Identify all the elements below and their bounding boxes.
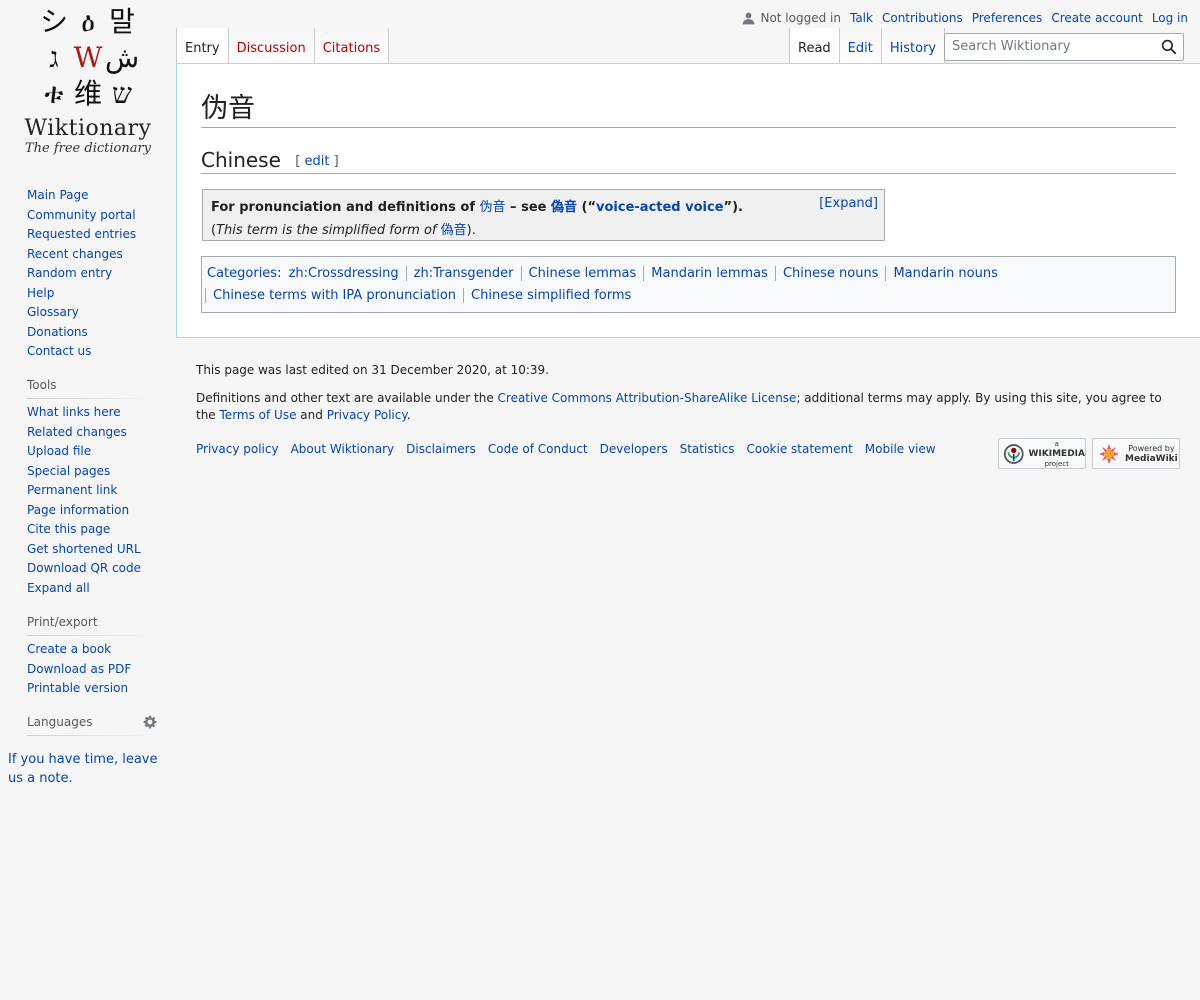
sidebar-item-get-shortened-url[interactable]: Get shortened URL (27, 542, 141, 556)
categories-label-link[interactable]: Categories (207, 266, 277, 281)
category-row-2: Chinese terms with IPA pronunciation Chin… (205, 285, 1170, 307)
preferences-link[interactable]: Preferences (972, 11, 1043, 25)
see-box-line1: For pronunciation and definitions of 伪音 … (211, 200, 743, 215)
sidebar-item-expand-all[interactable]: Expand all (27, 581, 90, 595)
tab-citations[interactable]: Citations (314, 28, 390, 64)
footer-places: Privacy policy About Wiktionary Disclaim… (196, 442, 936, 456)
category-link[interactable]: Mandarin lemmas (651, 266, 768, 281)
tools-portal: Tools What links here Related changes Up… (27, 378, 152, 598)
sidebar-item-glossary[interactable]: Glossary (27, 305, 79, 319)
logo-wordmark: Wiktionary (24, 116, 152, 141)
talk-link[interactable]: Talk (850, 11, 873, 25)
view-tabs: Read Edit History (789, 28, 946, 64)
sidebar-item-help[interactable]: Help (27, 286, 54, 300)
sidebar-item-page-information[interactable]: Page information (27, 503, 129, 517)
expand-button[interactable]: [Expand] (819, 196, 878, 211)
language-heading: Chinese [ edit ] (201, 148, 1176, 174)
sidebar-item-upload-file[interactable]: Upload file (27, 444, 91, 458)
category-link[interactable]: Chinese simplified forms (471, 288, 631, 303)
category-link[interactable]: Chinese lemmas (529, 266, 637, 281)
user-icon (743, 12, 755, 24)
print-export-portal: Print/export Create a book Download as P… (27, 615, 152, 699)
sidebar-item-random-entry[interactable]: Random entry (27, 266, 112, 280)
privacy-policy-link[interactable]: Privacy Policy (327, 408, 407, 422)
languages-portal: Languages (27, 715, 152, 736)
tab-entry[interactable]: Entry (176, 28, 229, 64)
logo-glyphs: シዕ말 ג Wش ቱ维ש (39, 5, 140, 110)
term-link-traditional[interactable]: 偽音 (551, 200, 577, 215)
search-input[interactable] (950, 38, 1154, 55)
create-account-link[interactable]: Create account (1051, 11, 1143, 25)
sidebar-item-download-as-pdf[interactable]: Download as PDF (27, 662, 131, 676)
not-logged-in: Not logged in (742, 11, 841, 25)
category-link[interactable]: zh:Transgender (414, 266, 514, 281)
wiktionary-logo[interactable]: シዕ말 ג Wش ቱ维ש Wiktionary The free dictiona… (0, 0, 176, 160)
main-content: 伪音 Chinese [ edit ] For pronunciation an… (176, 63, 1200, 338)
edit-section-link[interactable]: edit (304, 154, 329, 169)
log-in-link[interactable]: Log in (1152, 11, 1188, 25)
wikimedia-logo-icon (1003, 443, 1024, 464)
sidebar-item-contact-us[interactable]: Contact us (27, 344, 91, 358)
footer-developers[interactable]: Developers (600, 442, 668, 456)
sidebar-item-what-links-here[interactable]: What links here (27, 405, 121, 419)
tools-heading: Tools (27, 378, 152, 399)
namespace-tabs: Entry Discussion Citations (176, 28, 390, 64)
mediawiki-logo-icon (1099, 443, 1119, 464)
footer-cookie-statement[interactable]: Cookie statement (746, 442, 852, 456)
language-heading-text: Chinese (201, 148, 281, 172)
leave-note-link[interactable]: If you have time, leave us a note. (8, 750, 176, 788)
term-link-simplified[interactable]: 伪音 (480, 200, 506, 215)
category-links: Categories: zh:Crossdressing zh:Transgend… (201, 256, 1176, 313)
powered-by-mediawiki-badge[interactable]: Powered by MediaWiki (1092, 438, 1180, 469)
print-export-heading: Print/export (27, 615, 152, 636)
tab-discussion[interactable]: Discussion (228, 28, 315, 64)
see-box-line2: (This term is the simplified form of 偽音)… (211, 223, 476, 238)
footer-privacy-policy[interactable]: Privacy policy (196, 442, 279, 456)
personal-tools: Not logged in Talk Contributions Prefere… (742, 11, 1188, 25)
sidebar-item-printable-version[interactable]: Printable version (27, 681, 128, 695)
tab-history[interactable]: History (881, 28, 946, 64)
search-box (944, 33, 1184, 61)
sidebar-item-main-page[interactable]: Main Page (27, 188, 89, 202)
category-link[interactable]: Chinese terms with IPA pronunciation (213, 288, 456, 303)
see-also-box: For pronunciation and definitions of 伪音 … (202, 189, 885, 241)
last-modified: This page was last edited on 31 December… (196, 363, 549, 377)
wikimedia-project-badge[interactable]: a WIKIMEDIA project (998, 438, 1086, 469)
category-link[interactable]: zh:Crossdressing (289, 266, 399, 281)
gear-icon[interactable] (143, 715, 157, 729)
footer-statistics[interactable]: Statistics (680, 442, 735, 456)
edit-section: [ edit ] (295, 154, 339, 169)
sidebar-item-requested-entries[interactable]: Requested entries (27, 227, 136, 241)
sidebar-item-download-qr-code[interactable]: Download QR code (27, 561, 141, 575)
logo-tagline: The free dictionary (24, 141, 152, 156)
sidebar-item-create-a-book[interactable]: Create a book (27, 642, 111, 656)
sidebar-item-related-changes[interactable]: Related changes (27, 425, 127, 439)
footer-about[interactable]: About Wiktionary (291, 442, 395, 456)
cc-license-link[interactable]: Creative Commons Attribution-ShareAlike … (498, 391, 797, 405)
navigation-portal: Main Page Community portal Requested ent… (27, 186, 152, 362)
footer-code-of-conduct[interactable]: Code of Conduct (488, 442, 588, 456)
contributions-link[interactable]: Contributions (882, 11, 963, 25)
category-link[interactable]: Mandarin nouns (893, 266, 997, 281)
sidebar-item-cite-this-page[interactable]: Cite this page (27, 522, 110, 536)
category-row-1: Categories: zh:Crossdressing zh:Transgend… (207, 263, 1170, 285)
footer-mobile-view[interactable]: Mobile view (865, 442, 936, 456)
sidebar-item-permanent-link[interactable]: Permanent link (27, 483, 117, 497)
search-icon[interactable] (1161, 39, 1177, 55)
footer-disclaimers[interactable]: Disclaimers (406, 442, 476, 456)
page-title: 伪音 (201, 86, 1176, 128)
languages-heading: Languages (27, 715, 152, 736)
simplified-of-link[interactable]: 偽音 (441, 223, 467, 238)
tab-edit[interactable]: Edit (839, 28, 882, 64)
gloss-link[interactable]: voice-acted voice (596, 200, 724, 215)
sidebar-item-donations[interactable]: Donations (27, 325, 88, 339)
category-link[interactable]: Chinese nouns (783, 266, 879, 281)
sidebar-item-special-pages[interactable]: Special pages (27, 464, 110, 478)
sidebar-item-recent-changes[interactable]: Recent changes (27, 247, 123, 261)
tab-read[interactable]: Read (789, 28, 840, 64)
sidebar-item-community-portal[interactable]: Community portal (27, 208, 136, 222)
terms-of-use-link[interactable]: Terms of Use (220, 408, 297, 422)
license-notice: Definitions and other text are available… (196, 391, 1162, 422)
